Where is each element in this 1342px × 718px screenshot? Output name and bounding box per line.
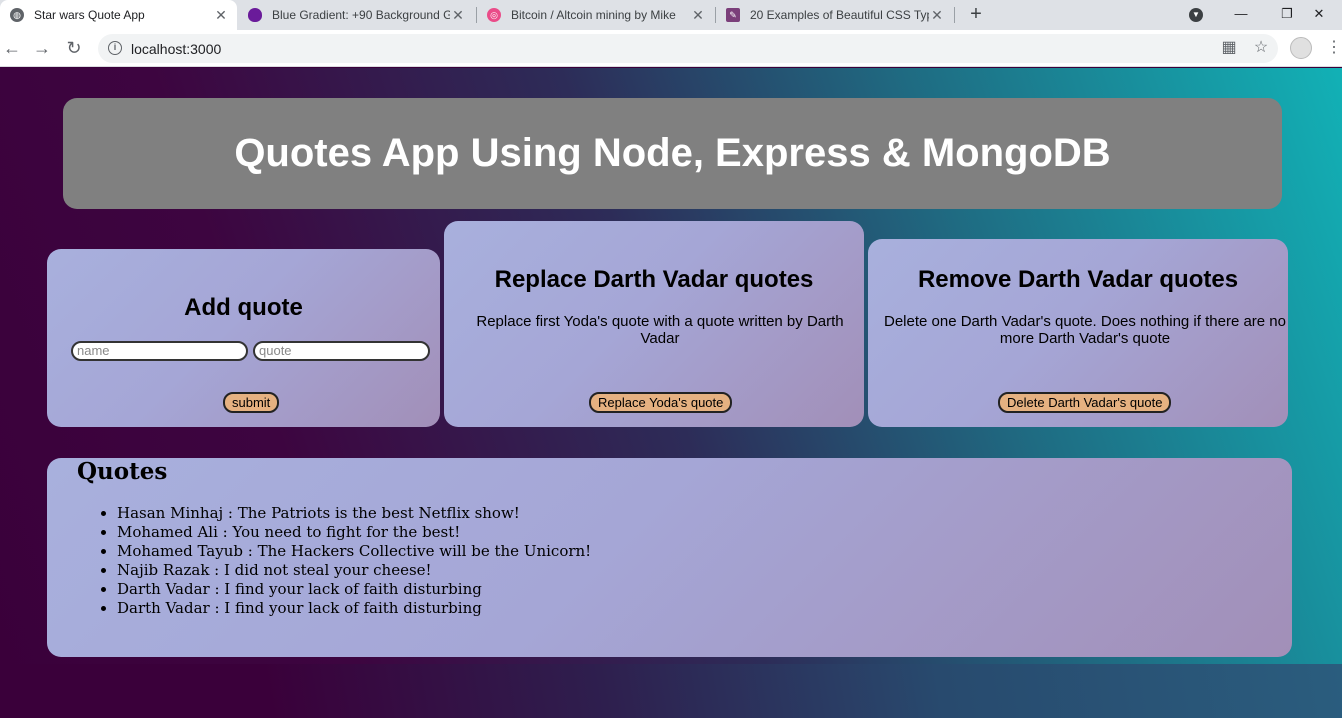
page-footer-band bbox=[0, 664, 1342, 718]
profile-avatar[interactable] bbox=[1290, 37, 1312, 59]
quote-item: Najib Razak : I did not steal your chees… bbox=[117, 561, 591, 580]
replace-quote-card: Replace Darth Vadar quotes Replace first… bbox=[444, 221, 864, 427]
tab-search-button[interactable]: ▼ bbox=[1173, 0, 1219, 30]
dribbble-icon: ◎ bbox=[487, 8, 501, 22]
close-tab-icon[interactable]: ✕ bbox=[690, 7, 706, 24]
replace-yoda-quote-button[interactable]: Replace Yoda's quote bbox=[589, 392, 733, 413]
minimize-button[interactable]: — bbox=[1218, 0, 1264, 30]
bookmark-star-icon[interactable]: ☆ bbox=[1252, 39, 1270, 57]
quotes-section: Quotes Hasan Minhaj : The Patriots is th… bbox=[47, 458, 1292, 657]
qr-code-icon[interactable]: ▦ bbox=[1220, 39, 1238, 57]
quote-item: Mohamed Ali : You need to fight for the … bbox=[117, 523, 591, 542]
add-quote-title: Add quote bbox=[184, 294, 303, 321]
replace-quote-description: Replace first Yoda's quote with a quote … bbox=[476, 313, 844, 347]
delete-vadar-quote-button[interactable]: Delete Darth Vadar's quote bbox=[998, 392, 1172, 413]
tab-title: Blue Gradient: +90 Background G bbox=[272, 8, 450, 22]
url-text: localhost:3000 bbox=[131, 41, 222, 57]
quotes-title: Quotes bbox=[77, 458, 168, 485]
tab-bitcoin-mining[interactable]: ◎ Bitcoin / Altcoin mining by Mike ✕ bbox=[477, 0, 714, 30]
quote-input[interactable]: quote bbox=[253, 341, 430, 361]
reload-button[interactable]: ↻ bbox=[62, 36, 86, 60]
tab-title: 20 Examples of Beautiful CSS Typ bbox=[750, 8, 929, 22]
browser-toolbar: ← → ↻ i localhost:3000 ▦ ☆ ⋮ bbox=[0, 30, 1342, 67]
page-title: Quotes App Using Node, Express & MongoDB bbox=[234, 131, 1111, 175]
feather-icon: ✎ bbox=[726, 8, 740, 22]
remove-quote-card: Remove Darth Vadar quotes Delete one Dar… bbox=[868, 239, 1288, 427]
add-quote-card: Add quote name quote submit bbox=[47, 249, 440, 427]
close-tab-icon[interactable]: ✕ bbox=[213, 7, 229, 24]
remove-quote-description: Delete one Darth Vadar's quote. Does not… bbox=[883, 313, 1286, 347]
chevron-down-icon: ▼ bbox=[1189, 7, 1203, 22]
page-viewport: Quotes App Using Node, Express & MongoDB… bbox=[0, 68, 1342, 718]
tab-blue-gradient[interactable]: Blue Gradient: +90 Background G ✕ bbox=[238, 0, 474, 30]
quote-item: Darth Vadar : I find your lack of faith … bbox=[117, 599, 591, 618]
more-menu-icon[interactable]: ⋮ bbox=[1326, 39, 1342, 57]
close-tab-icon[interactable]: ✕ bbox=[929, 7, 945, 24]
close-tab-icon[interactable]: ✕ bbox=[450, 7, 466, 24]
remove-quote-title: Remove Darth Vadar quotes bbox=[917, 266, 1239, 293]
back-button[interactable]: ← bbox=[0, 36, 24, 60]
forward-button[interactable]: → bbox=[30, 36, 54, 60]
submit-button[interactable]: submit bbox=[223, 392, 280, 413]
close-window-button[interactable]: ✕ bbox=[1296, 0, 1342, 30]
address-bar[interactable]: i localhost:3000 bbox=[98, 34, 1278, 63]
quote-item: Darth Vadar : I find your lack of faith … bbox=[117, 580, 591, 599]
purple-egg-icon bbox=[248, 8, 262, 22]
browser-tab-bar: ◍ Star wars Quote App ✕ Blue Gradient: +… bbox=[0, 0, 1342, 30]
name-input[interactable]: name bbox=[71, 341, 248, 361]
globe-icon: ◍ bbox=[10, 8, 24, 22]
tab-star-wars-quote-app[interactable]: ◍ Star wars Quote App ✕ bbox=[0, 0, 237, 30]
quote-item: Hasan Minhaj : The Patriots is the best … bbox=[117, 504, 591, 523]
tab-title: Star wars Quote App bbox=[34, 8, 145, 22]
quotes-list: Hasan Minhaj : The Patriots is the best … bbox=[117, 504, 591, 618]
tab-separator bbox=[954, 7, 955, 23]
info-icon[interactable]: i bbox=[108, 41, 122, 55]
quote-item: Mohamed Tayub : The Hackers Collective w… bbox=[117, 542, 591, 561]
page-header: Quotes App Using Node, Express & MongoDB bbox=[63, 98, 1282, 209]
replace-quote-title: Replace Darth Vadar quotes bbox=[494, 266, 814, 293]
tab-css-typography[interactable]: ✎ 20 Examples of Beautiful CSS Typ ✕ bbox=[716, 0, 953, 30]
new-tab-button[interactable]: + bbox=[964, 2, 988, 26]
tab-title: Bitcoin / Altcoin mining by Mike bbox=[511, 8, 676, 22]
